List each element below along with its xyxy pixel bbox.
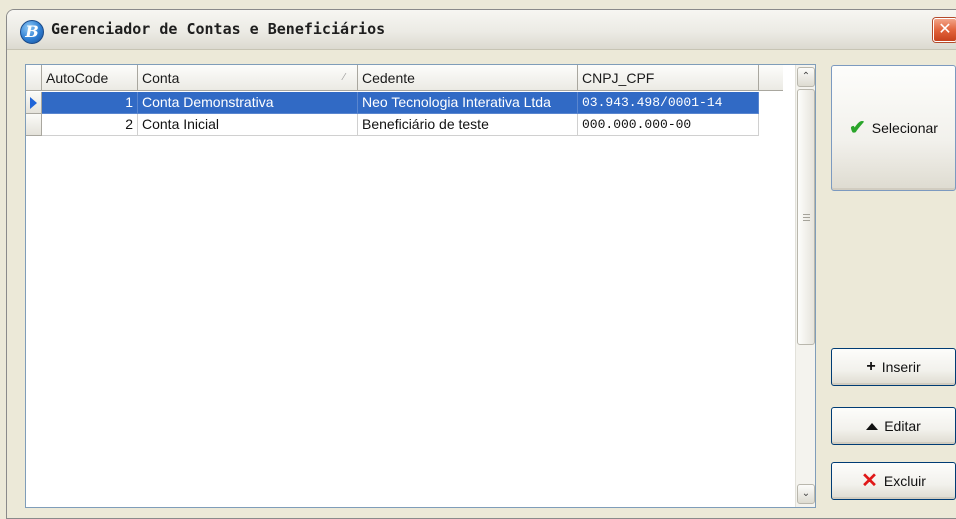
cell-cnpj-cpf[interactable]: 03.943.498/0001-14: [578, 92, 759, 114]
vertical-scrollbar[interactable]: ⌃ ⌄: [795, 65, 815, 507]
header-indicator-cell: [26, 65, 42, 91]
table-row[interactable]: 2 Conta Inicial Beneficiário de teste 00…: [26, 114, 783, 136]
plus-icon: +: [866, 358, 876, 375]
cell-autocode[interactable]: 1: [42, 92, 138, 114]
grid-header: AutoCode Conta ⁄ Cedente CNPJ_CPF: [26, 65, 783, 91]
select-button-label: Selecionar: [871, 120, 938, 136]
select-button[interactable]: ✔ Selecionar: [831, 65, 956, 191]
column-header-cedente[interactable]: Cedente: [358, 65, 578, 91]
delete-button[interactable]: ✕ Excluir: [831, 462, 956, 500]
row-indicator: [26, 92, 42, 114]
app-logo-icon: B: [20, 20, 44, 44]
edit-button[interactable]: Editar: [831, 407, 956, 445]
window-title: Gerenciador de Contas e Beneficiários: [51, 20, 386, 38]
accounts-manager-window: B Gerenciador de Contas e Beneficiários …: [6, 9, 956, 519]
scroll-grip-icon: [803, 214, 810, 221]
row-indicator: [26, 114, 42, 136]
insert-button[interactable]: + Inserir: [831, 348, 956, 386]
column-header-conta[interactable]: Conta ⁄: [138, 65, 358, 91]
cell-cnpj-cpf[interactable]: 000.000.000-00: [578, 114, 759, 136]
column-header-autocode[interactable]: AutoCode: [42, 65, 138, 91]
cell-autocode[interactable]: 2: [42, 114, 138, 136]
close-button[interactable]: ✕: [933, 18, 956, 42]
column-header-conta-label: Conta: [142, 70, 180, 86]
delete-button-label: Excluir: [883, 473, 926, 489]
scroll-down-button[interactable]: ⌄: [797, 484, 815, 504]
insert-button-label: Inserir: [881, 359, 921, 375]
table-row[interactable]: 1 Conta Demonstrativa Neo Tecnologia Int…: [26, 92, 783, 114]
cell-cedente[interactable]: Neo Tecnologia Interativa Ltda: [358, 92, 578, 114]
edit-button-label: Editar: [884, 418, 921, 434]
delete-x-icon: ✕: [861, 470, 878, 492]
check-icon: ✔: [849, 117, 866, 139]
current-row-arrow-icon: [30, 97, 37, 109]
scroll-up-button[interactable]: ⌃: [797, 67, 815, 87]
title-bar[interactable]: B Gerenciador de Contas e Beneficiários …: [7, 10, 956, 50]
cell-conta[interactable]: Conta Inicial: [138, 114, 358, 136]
triangle-up-icon: [866, 422, 879, 430]
cell-cedente[interactable]: Beneficiário de teste: [358, 114, 578, 136]
accounts-grid[interactable]: AutoCode Conta ⁄ Cedente CNPJ_CPF 1 Cont…: [25, 64, 816, 508]
column-header-cnpj-cpf[interactable]: CNPJ_CPF: [578, 65, 759, 91]
scroll-thumb[interactable]: [797, 89, 815, 345]
sort-ascending-icon: ⁄: [343, 72, 345, 83]
cell-conta[interactable]: Conta Demonstrativa: [138, 92, 358, 114]
